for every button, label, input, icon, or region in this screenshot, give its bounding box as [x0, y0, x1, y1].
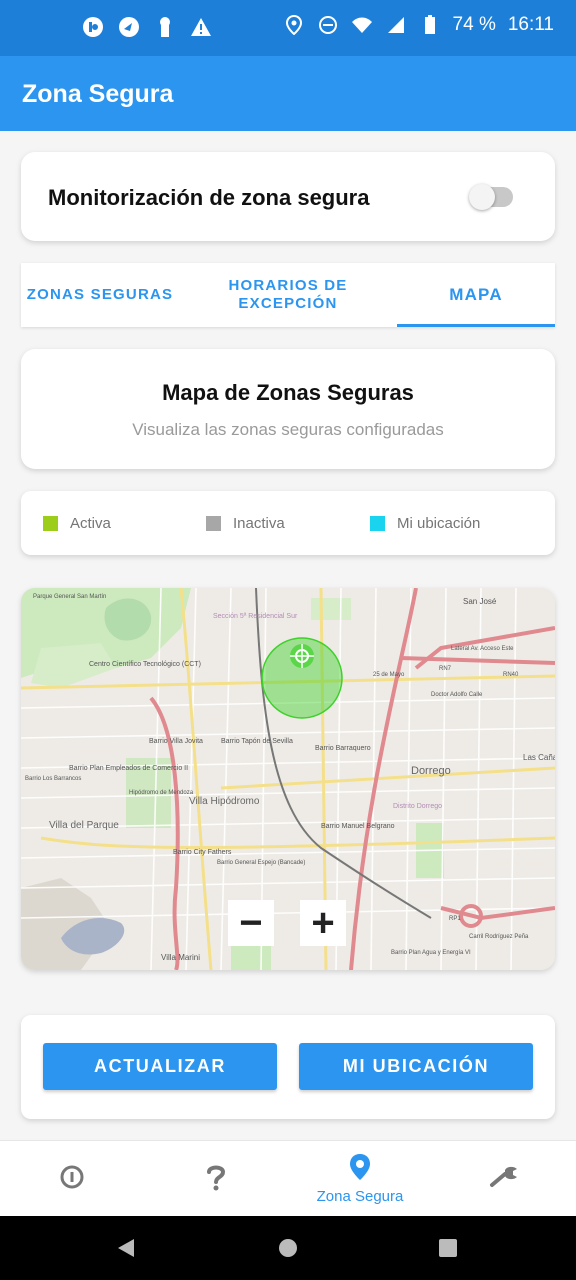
map-label-l5: Villa Hipódromo — [189, 796, 260, 807]
map-label-l16: San José — [463, 597, 497, 606]
info-icon — [59, 1164, 85, 1195]
map-label-l2: Barrio Villa Jovita — [149, 738, 203, 745]
actions-card: ACTUALIZAR MI UBICACIÓN — [21, 1015, 555, 1119]
warning-icon — [190, 16, 212, 38]
monitor-card: Monitorización de zona segura — [21, 152, 555, 241]
map-label-l17: Las Cañas — [523, 753, 555, 762]
map-label-l19: Doctor Adolfo Calle — [431, 692, 483, 698]
legend-item-activa: Activa — [43, 515, 111, 532]
map-label-l23: RP1 — [449, 916, 461, 922]
nav-label-zona-segura: Zona Segura — [316, 1188, 404, 1205]
zoom-in-button[interactable]: + — [300, 900, 346, 946]
map-label-l8: Distrito Dorrego — [393, 803, 442, 810]
map-label-l24: Sección 5ª Residencial Sur — [213, 613, 298, 620]
bottom-navigation: Zona Segura — [0, 1140, 576, 1216]
tab-bar: ZONAS SEGURAS HORARIOS DE EXCEPCIÓN MAPA — [21, 263, 555, 327]
speed-icon — [118, 16, 140, 38]
map-label-l6: Barrio Manuel Belgrano — [321, 823, 395, 830]
status-right-icons: 74 % 16:11 — [283, 14, 554, 36]
map-label-l10: Villa del Parque — [49, 820, 119, 831]
nav-item-settings[interactable] — [468, 1141, 540, 1217]
clock: 16:11 — [507, 14, 554, 35]
status-bar: 74 % 16:11 — [0, 0, 576, 56]
map-label-l27: Parque General San Martín — [33, 594, 106, 600]
tab-horarios-excepcion[interactable]: HORARIOS DE EXCEPCIÓN — [179, 263, 397, 327]
legend-label-activa: Activa — [70, 515, 111, 532]
status-left-icons — [82, 16, 212, 38]
legend-item-inactiva: Inactiva — [206, 515, 285, 532]
location-icon — [283, 14, 305, 36]
map-header-card: Mapa de Zonas Seguras Visualiza las zona… — [21, 349, 555, 469]
legend-item-mi-ubicacion: Mi ubicación — [370, 515, 480, 532]
map-label-l7: Dorrego — [411, 765, 451, 777]
map-label-l15: Villa Marini — [161, 953, 200, 962]
system-navigation-bar — [0, 1216, 576, 1280]
tab-horarios-label: HORARIOS DE EXCEPCIÓN — [228, 277, 348, 312]
wrench-icon — [489, 1165, 519, 1194]
legend-label-mi-ubicacion: Mi ubicación — [397, 515, 481, 532]
location-pin-icon — [349, 1153, 371, 1186]
map-label-l3: Barrio Tapón de Sevilla — [221, 738, 293, 745]
back-icon[interactable] — [116, 1238, 136, 1263]
map-label-l9: Barrio Plan Empleados de Comercio II — [69, 765, 188, 772]
toggle-knob — [469, 184, 495, 210]
legend-swatch-mi-ubicacion — [370, 516, 385, 531]
app-notification-icon — [82, 16, 104, 38]
page-title: Zona Segura — [22, 80, 174, 108]
app-bar: Zona Segura — [0, 56, 576, 131]
map-label-l1: Centro Científico Tecnológico (CCT) — [89, 661, 201, 668]
tab-zonas-seguras[interactable]: ZONAS SEGURAS — [21, 263, 179, 327]
battery-icon — [419, 14, 441, 36]
map-label-l18: 25 de Mayo — [373, 672, 405, 678]
legend-swatch-activa — [43, 516, 58, 531]
do-not-disturb-icon — [317, 14, 339, 36]
refresh-button[interactable]: ACTUALIZAR — [43, 1043, 277, 1090]
nav-item-zona-segura[interactable]: Zona Segura — [300, 1141, 420, 1217]
map-label-l12: Barrio City Fathers — [173, 849, 232, 856]
map-label-l21: RN7 — [439, 666, 452, 672]
map-label-l13: Barrio General Espejo (Bancade) — [217, 860, 305, 866]
my-location-button[interactable]: MI UBICACIÓN — [299, 1043, 533, 1090]
map-title: Mapa de Zonas Seguras — [162, 380, 414, 405]
recents-icon[interactable] — [438, 1238, 458, 1263]
map-label-l20: Carril Rodríguez Peña — [469, 934, 529, 940]
battery-percentage: 74 % — [452, 14, 496, 35]
tab-mapa[interactable]: MAPA — [397, 263, 555, 327]
nav-item-help[interactable] — [180, 1141, 252, 1217]
monitor-label: Monitorización de zona segura — [48, 185, 370, 210]
monitor-toggle[interactable] — [469, 184, 513, 210]
keyhole-icon — [154, 16, 176, 38]
map-label-l14: Barrio Plan Agua y Energía VI — [391, 950, 471, 956]
map-subtitle: Visualiza las zonas seguras configuradas — [132, 420, 444, 439]
signal-icon — [385, 14, 407, 36]
nav-item-info[interactable] — [36, 1141, 108, 1217]
map-label-l4: Barrio Barraquero — [315, 745, 371, 752]
map-view[interactable]: Centro Científico Tecnológico (CCT) Barr… — [21, 588, 555, 970]
help-icon — [205, 1163, 227, 1196]
map-label-l22: RN40 — [503, 672, 519, 678]
home-icon[interactable] — [278, 1238, 298, 1263]
legend-label-inactiva: Inactiva — [233, 515, 285, 532]
map-canvas[interactable]: Centro Científico Tecnológico (CCT) Barr… — [21, 588, 555, 970]
legend-swatch-inactiva — [206, 516, 221, 531]
wifi-icon — [351, 14, 373, 36]
zoom-out-button[interactable]: − — [228, 900, 274, 946]
map-label-l26: Lateral Av. Acceso Este — [451, 646, 514, 652]
legend-card: Activa Inactiva Mi ubicación — [21, 491, 555, 555]
map-label-l25: Barrio Los Barrancos — [25, 776, 81, 782]
map-label-l11: Hipódromo de Mendoza — [129, 790, 194, 796]
